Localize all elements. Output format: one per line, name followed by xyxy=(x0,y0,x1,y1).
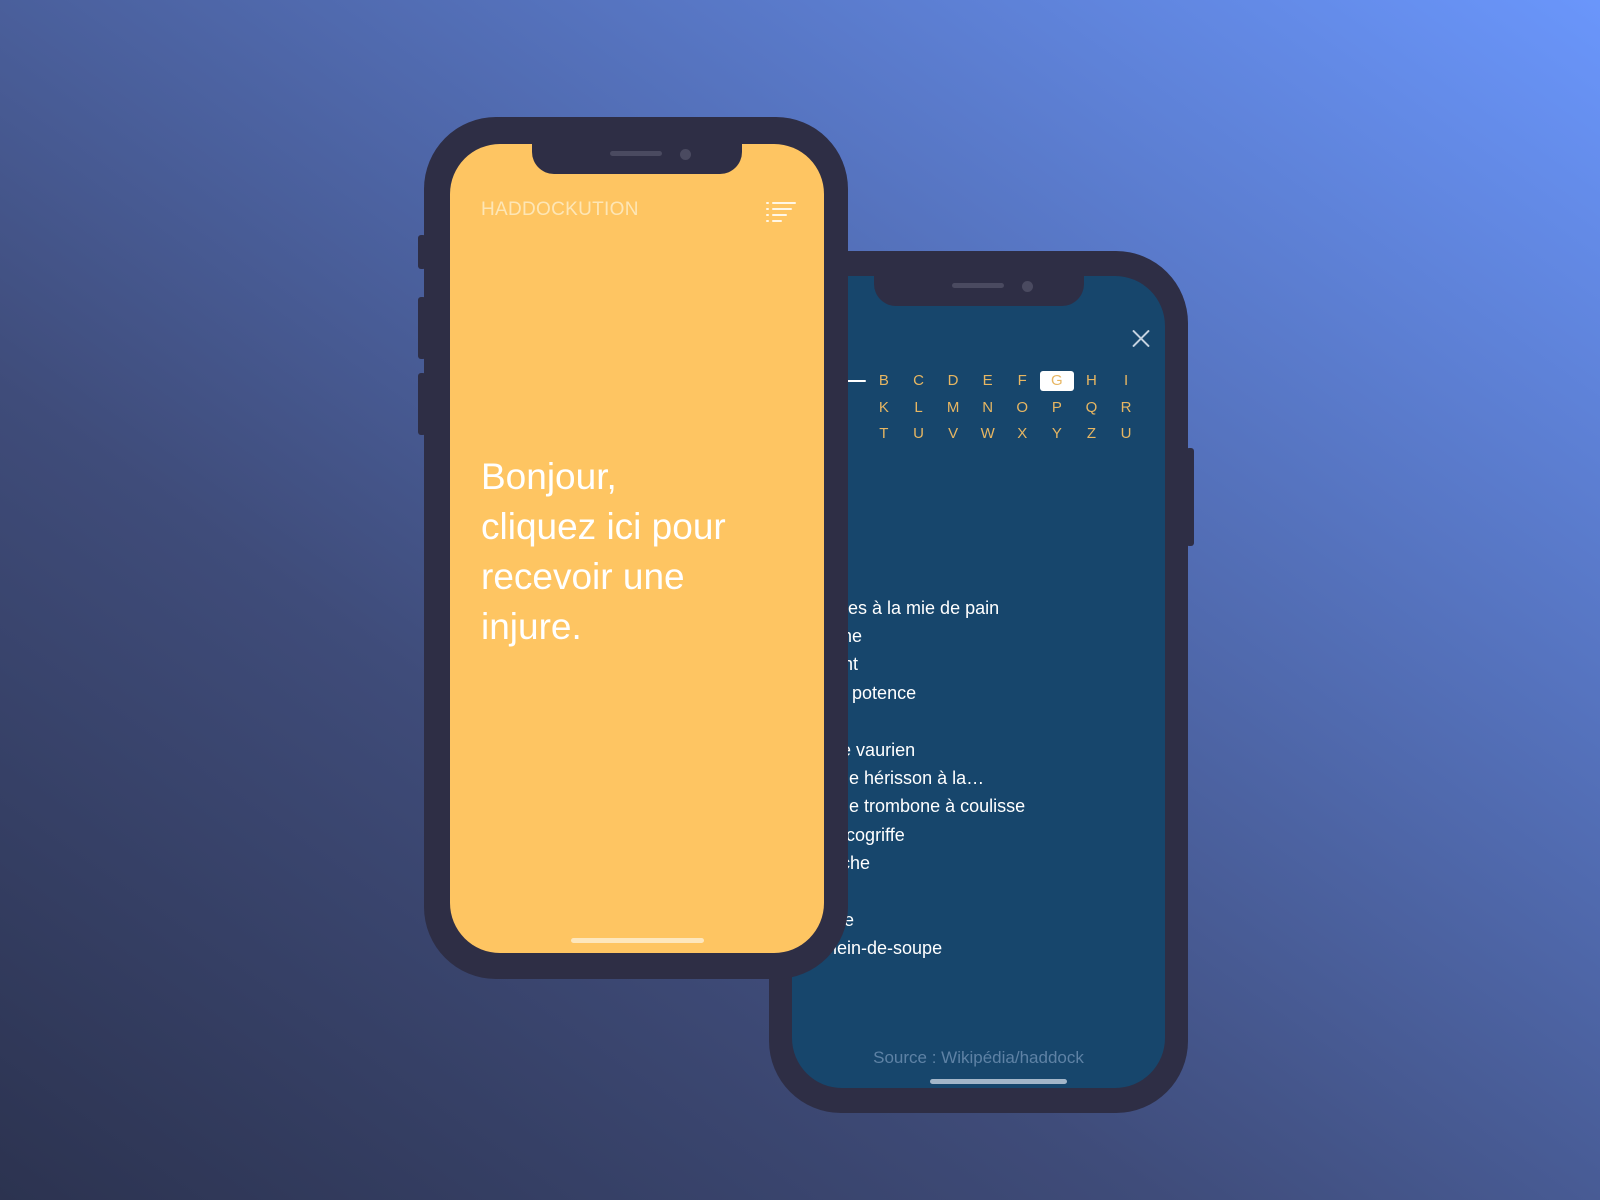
speaker xyxy=(952,283,1004,288)
alphabet-letter-label: Z xyxy=(1086,425,1097,443)
menu-lines-icon[interactable] xyxy=(766,202,796,222)
alphabet-letter-o[interactable]: O xyxy=(1005,395,1040,422)
alphabet-letter-label: C xyxy=(913,372,924,390)
side-button xyxy=(1186,448,1194,546)
alphabet-letter-label: X xyxy=(1017,425,1028,443)
home-screen: HADDOCKUTION Bonjour, cliquez ici pour r… xyxy=(450,144,824,953)
speaker xyxy=(610,151,662,156)
alphabet-letter-label: P xyxy=(1051,398,1062,416)
alphabet-letter-label: L xyxy=(914,398,923,416)
alphabet-letter-p[interactable]: P xyxy=(1040,395,1075,422)
volume-up-button xyxy=(418,297,426,359)
alphabet-letter-n[interactable]: N xyxy=(970,395,1005,422)
home-indicator xyxy=(930,1079,1067,1084)
alphabet-letter-label: V xyxy=(948,425,959,443)
alphabet-letter-h[interactable]: H xyxy=(1074,368,1109,395)
alphabet-letter-x[interactable]: X xyxy=(1005,421,1040,448)
alphabet-letter-w[interactable]: W xyxy=(970,421,1005,448)
alphabet-letter-label: T xyxy=(879,425,889,443)
alphabet-letter-f[interactable]: F xyxy=(1005,368,1040,395)
alphabet-letter-label: U xyxy=(913,425,924,443)
alphabet-letter-label: D xyxy=(947,372,959,390)
alphabet-letter-label: M xyxy=(946,398,960,416)
alphabet-letter-d[interactable]: D xyxy=(936,368,971,395)
alphabet-letter-k[interactable]: K xyxy=(867,395,902,422)
alphabet-letter-g[interactable]: G xyxy=(1039,368,1075,395)
home-indicator xyxy=(571,938,704,943)
alphabet-letter-label: O xyxy=(1016,398,1029,416)
insult-prompt-button[interactable]: Bonjour, cliquez ici pour recevoir une i… xyxy=(481,452,811,652)
alphabet-letter-label: W xyxy=(980,425,995,443)
source-credit[interactable]: Source : Wikipédia/haddock xyxy=(792,1048,1165,1068)
alphabet-letter-r[interactable]: R xyxy=(1109,395,1144,422)
notch xyxy=(532,144,742,174)
camera xyxy=(1022,281,1033,292)
alphabet-letter-y[interactable]: Y xyxy=(1040,421,1075,448)
alphabet-letter-label: I xyxy=(1123,372,1129,390)
alphabet-index: B C D E FGH I K L M N O P Q R T U V W X Y Z U xyxy=(832,368,1143,448)
phone-home-device: HADDOCKUTION Bonjour, cliquez ici pour r… xyxy=(418,117,848,979)
greeting-text: Bonjour, cliquez ici pour recevoir une i… xyxy=(481,456,726,647)
close-icon[interactable] xyxy=(1128,326,1154,352)
alphabet-letter-v[interactable]: V xyxy=(936,421,971,448)
camera xyxy=(680,149,691,160)
alphabet-letter-m[interactable]: M xyxy=(936,395,971,422)
alphabet-letter-e[interactable]: E xyxy=(970,368,1005,395)
alphabet-letter-label: E xyxy=(982,372,993,390)
mute-switch xyxy=(418,235,426,269)
alphabet-letter-b[interactable]: B xyxy=(867,368,902,395)
alphabet-letter-label: Q xyxy=(1085,398,1098,416)
alphabet-letter-u[interactable]: U xyxy=(901,421,936,448)
alphabet-letter-c[interactable]: C xyxy=(901,368,936,395)
alphabet-letter-z[interactable]: Z xyxy=(1074,421,1109,448)
alphabet-letter-label: K xyxy=(878,398,889,416)
alphabet-letter-label: N xyxy=(982,398,994,416)
notch xyxy=(874,276,1084,306)
alphabet-letter-q[interactable]: Q xyxy=(1074,395,1109,422)
alphabet-letter-t[interactable]: T xyxy=(867,421,902,448)
alphabet-letter-label: B xyxy=(878,372,889,390)
alphabet-letter-label: U xyxy=(1120,425,1132,443)
alphabet-letter-l[interactable]: L xyxy=(901,395,936,422)
alphabet-letter-label: R xyxy=(1120,398,1132,416)
app-title: HADDOCKUTION xyxy=(481,199,639,220)
alphabet-letter-label: Y xyxy=(1051,425,1062,443)
alphabet-letter-label: G xyxy=(1039,371,1074,392)
volume-down-button xyxy=(418,373,426,435)
alphabet-letter-label: F xyxy=(1017,372,1027,390)
alphabet-letter-u[interactable]: U xyxy=(1109,421,1144,448)
alphabet-letter-label: H xyxy=(1086,372,1097,390)
alphabet-letter-i[interactable]: I xyxy=(1109,368,1144,395)
